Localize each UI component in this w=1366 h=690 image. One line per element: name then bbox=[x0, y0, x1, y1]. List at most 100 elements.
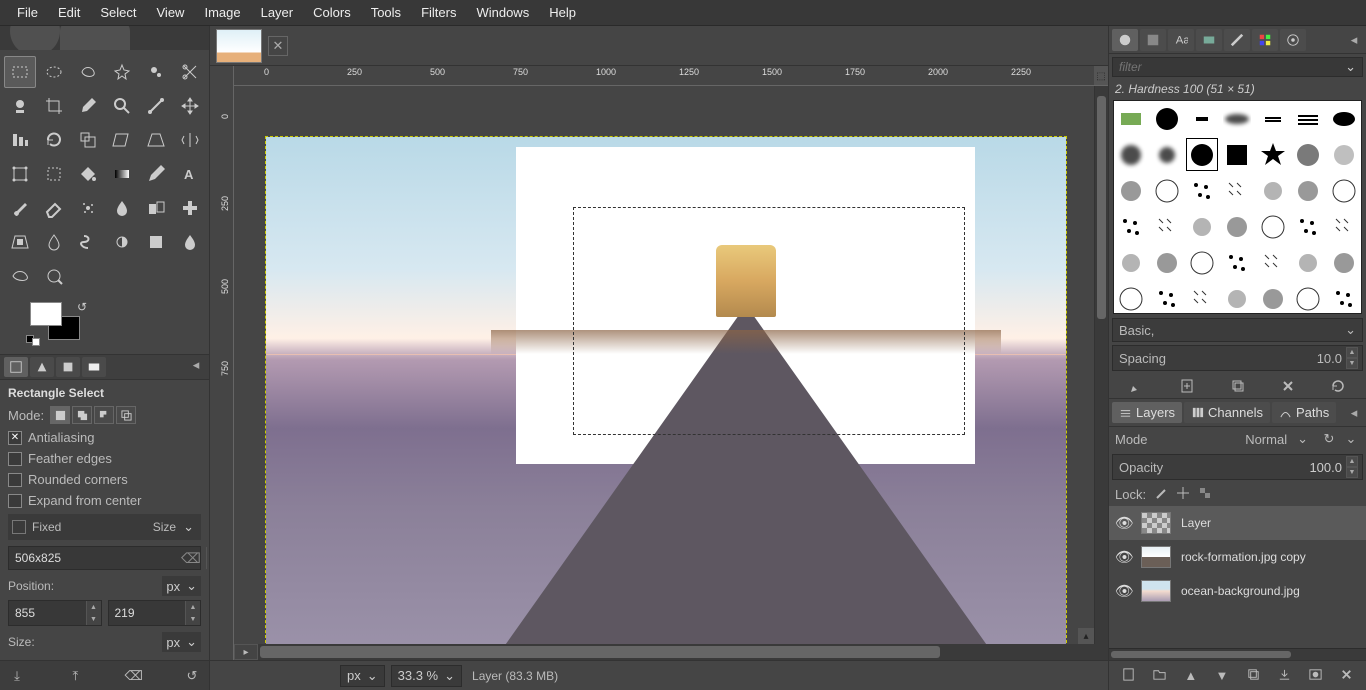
brush-item-32[interactable] bbox=[1256, 245, 1290, 280]
antialiasing-checkbox[interactable] bbox=[8, 431, 22, 445]
mode-subtract[interactable] bbox=[94, 406, 114, 424]
tab-images[interactable] bbox=[82, 357, 106, 377]
layers-scrollbar-horizontal[interactable] bbox=[1109, 648, 1366, 660]
layer-visibility-1[interactable]: 👁 bbox=[1115, 548, 1131, 566]
merge-down-icon[interactable] bbox=[1269, 667, 1300, 685]
tool-pencil[interactable] bbox=[140, 158, 172, 190]
tool-heal[interactable] bbox=[174, 192, 206, 224]
tool-zoom[interactable] bbox=[106, 90, 138, 122]
status-zoom-select[interactable]: 33.3 %⌄ bbox=[391, 665, 462, 687]
menu-select[interactable]: Select bbox=[91, 1, 145, 24]
fixed-value-input[interactable] bbox=[9, 551, 176, 565]
menu-colors[interactable]: Colors bbox=[304, 1, 360, 24]
ruler-vertical[interactable]: 0 250 500 750 bbox=[210, 66, 234, 660]
edit-brush-icon[interactable] bbox=[1115, 378, 1159, 394]
brush-filter-dropdown[interactable]: ⌄ bbox=[1339, 59, 1362, 75]
canvas-viewport[interactable]: ▴ bbox=[234, 86, 1094, 644]
tab-device-status[interactable] bbox=[30, 357, 54, 377]
pos-y-down[interactable]: ▼ bbox=[186, 613, 200, 625]
lock-alpha-icon[interactable] bbox=[1198, 486, 1212, 503]
brush-item-36[interactable] bbox=[1149, 281, 1183, 314]
tool-foreground-select[interactable] bbox=[4, 90, 36, 122]
brush-item-18[interactable] bbox=[1256, 173, 1290, 208]
swap-colors-icon[interactable]: ↺ bbox=[77, 300, 87, 314]
layer-mask-icon[interactable] bbox=[1300, 667, 1331, 685]
tool-airbrush[interactable] bbox=[72, 192, 104, 224]
tool-flip[interactable] bbox=[174, 124, 206, 156]
mode-add[interactable] bbox=[72, 406, 92, 424]
feather-checkbox[interactable] bbox=[8, 452, 22, 466]
brush-item-29[interactable] bbox=[1149, 245, 1183, 280]
lock-pixels-icon[interactable] bbox=[1154, 486, 1168, 503]
brush-item-17[interactable] bbox=[1220, 173, 1254, 208]
brush-item-37[interactable] bbox=[1185, 281, 1219, 314]
tool-free-select[interactable] bbox=[72, 56, 104, 88]
fixed-checkbox[interactable] bbox=[12, 520, 26, 534]
brush-item-24[interactable] bbox=[1220, 209, 1254, 244]
position-x-input[interactable] bbox=[9, 606, 86, 620]
tool-ellipse-select[interactable] bbox=[38, 56, 70, 88]
brush-item-35[interactable] bbox=[1114, 281, 1148, 314]
mode-switch-dropdown[interactable]: ⌄ bbox=[1342, 431, 1360, 447]
refresh-brush-icon[interactable] bbox=[1316, 378, 1360, 394]
layers-configure-icon[interactable]: ◂ bbox=[1345, 405, 1363, 421]
tab-paths[interactable]: Paths bbox=[1272, 402, 1336, 423]
layer-name-2[interactable]: ocean-background.jpg bbox=[1181, 584, 1300, 598]
tool-perspective[interactable] bbox=[140, 124, 172, 156]
tool-rotate[interactable] bbox=[38, 124, 70, 156]
opacity-up[interactable]: ▲ bbox=[1346, 456, 1358, 467]
menu-edit[interactable]: Edit bbox=[49, 1, 89, 24]
tool-blur-sharpen[interactable] bbox=[38, 226, 70, 258]
tool-clone[interactable] bbox=[140, 192, 172, 224]
tool-path[interactable] bbox=[38, 260, 70, 292]
brush-item-38[interactable] bbox=[1220, 281, 1254, 314]
tool-fuzzy-select[interactable] bbox=[106, 56, 138, 88]
tab-patterns[interactable] bbox=[1140, 29, 1166, 51]
tool-move[interactable] bbox=[174, 90, 206, 122]
tool-rectangle-select[interactable] bbox=[4, 56, 36, 88]
left-configure-icon[interactable]: ◂ bbox=[187, 357, 205, 377]
tool-measure[interactable] bbox=[140, 90, 172, 122]
duplicate-brush-icon[interactable] bbox=[1215, 378, 1259, 394]
tool-scissors[interactable] bbox=[174, 56, 206, 88]
tab-brushes[interactable] bbox=[1112, 29, 1138, 51]
brush-item-11[interactable] bbox=[1256, 137, 1290, 172]
tab-tool-options[interactable] bbox=[4, 357, 28, 377]
tool-unified-transform[interactable] bbox=[38, 158, 70, 190]
portrait-icon[interactable] bbox=[206, 547, 209, 569]
save-options-icon[interactable]: ⤓ bbox=[6, 668, 28, 684]
menu-help[interactable]: Help bbox=[540, 1, 585, 24]
fixed-mode-dropdown[interactable]: ⌄ bbox=[180, 519, 197, 535]
layer-row-0[interactable]: 👁 Layer bbox=[1109, 506, 1366, 540]
layer-visibility-0[interactable]: 👁 bbox=[1115, 514, 1131, 532]
brush-item-40[interactable] bbox=[1291, 281, 1325, 314]
brush-item-31[interactable] bbox=[1220, 245, 1254, 280]
tab-fonts[interactable]: Aa bbox=[1168, 29, 1194, 51]
mode-replace[interactable] bbox=[50, 406, 70, 424]
spacing-up[interactable]: ▲ bbox=[1346, 347, 1358, 358]
tool-ink[interactable] bbox=[106, 192, 138, 224]
menu-layer[interactable]: Layer bbox=[252, 1, 303, 24]
tab-layers[interactable]: Layers bbox=[1112, 402, 1182, 423]
canvas-image[interactable] bbox=[265, 136, 1067, 644]
brushes-configure-icon[interactable]: ◂ bbox=[1345, 32, 1363, 48]
brush-item-10[interactable] bbox=[1220, 137, 1254, 172]
tool-gradient[interactable] bbox=[106, 158, 138, 190]
tool-warp[interactable] bbox=[4, 260, 36, 292]
tool-by-color-select[interactable] bbox=[140, 56, 172, 88]
brush-item-22[interactable] bbox=[1149, 209, 1183, 244]
layer-name-0[interactable]: Layer bbox=[1181, 516, 1211, 530]
menu-file[interactable]: File bbox=[8, 1, 47, 24]
image-tab-1[interactable] bbox=[216, 29, 262, 63]
brush-item-19[interactable] bbox=[1291, 173, 1325, 208]
scrollbar-vertical[interactable] bbox=[1094, 86, 1108, 644]
tool-text[interactable]: A bbox=[174, 158, 206, 190]
tab-undo-history[interactable] bbox=[56, 357, 80, 377]
quick-mask-icon[interactable]: ▸ bbox=[234, 644, 258, 660]
ruler-horizontal[interactable]: 0 250 500 750 1000 1250 1500 1750 2000 2… bbox=[234, 66, 1108, 86]
duplicate-layer-icon[interactable] bbox=[1238, 667, 1269, 685]
brush-preset-dropdown[interactable]: Basic,⌄ bbox=[1112, 318, 1363, 342]
restore-options-icon[interactable]: ⤒ bbox=[64, 668, 86, 684]
new-layer-icon[interactable] bbox=[1113, 667, 1144, 685]
menu-image[interactable]: Image bbox=[195, 1, 249, 24]
